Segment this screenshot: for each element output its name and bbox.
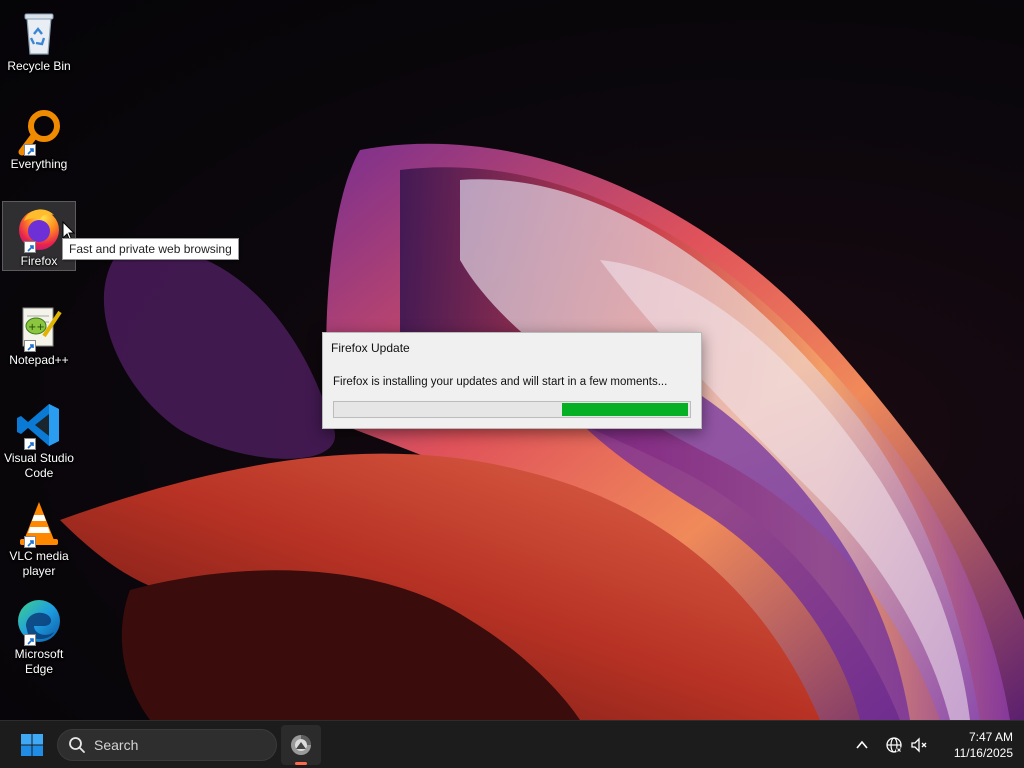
desktop[interactable]: Recycle Bin Everything Firefox ++ Notepa… [0, 0, 1024, 720]
chevron-up-icon [856, 740, 868, 749]
notepad-plus-plus-icon: ++ [14, 302, 64, 352]
network-tray-button[interactable] [882, 733, 906, 757]
desktop-icon-label: VLC media player [9, 549, 69, 578]
desktop-icon-recycle-bin[interactable]: Recycle Bin [2, 4, 76, 77]
progress-fill [561, 403, 689, 416]
vscode-icon [14, 400, 64, 450]
desktop-icon-edge[interactable]: Microsoft Edge [2, 592, 76, 680]
shortcut-arrow-icon [24, 438, 36, 450]
shortcut-arrow-icon [24, 536, 36, 548]
desktop-icon-label: Firefox [20, 254, 58, 268]
taskbar: Search 7:47 AM 11/16/2025 [0, 720, 1024, 768]
desktop-icon-label: Everything [10, 157, 68, 171]
clock-time: 7:47 AM [968, 730, 1013, 744]
search-icon [69, 737, 85, 753]
dialog-message: Firefox is installing your updates and w… [333, 376, 668, 388]
desktop-icon-label: Notepad++ [9, 353, 69, 367]
taskbar-app-firefox-updater[interactable] [281, 725, 321, 765]
shortcut-arrow-icon [24, 144, 36, 156]
shortcut-arrow-icon [24, 241, 36, 253]
windows-start-icon [21, 734, 43, 756]
firefox-icon [14, 203, 64, 253]
shortcut-arrow-icon [24, 634, 36, 646]
tooltip: Fast and private web browsing [62, 238, 239, 260]
desktop-icon-label: Microsoft Edge [14, 647, 64, 676]
vlc-icon [14, 498, 64, 548]
taskbar-clock[interactable]: 7:47 AM 11/16/2025 [935, 729, 1013, 761]
firefox-updater-icon [291, 735, 311, 755]
desktop-icon-vlc[interactable]: VLC media player [2, 494, 76, 582]
edge-icon [14, 596, 64, 646]
show-hidden-icons-button[interactable] [850, 733, 874, 757]
dialog-title: Firefox Update [331, 341, 410, 355]
globe-network-icon [886, 737, 902, 753]
clock-date: 11/16/2025 [953, 746, 1013, 760]
taskbar-search-box[interactable]: Search [57, 729, 277, 761]
desktop-icon-notepad-plus-plus[interactable]: ++ Notepad++ [2, 298, 76, 371]
desktop-icon-label: Visual Studio Code [4, 451, 74, 480]
volume-tray-button[interactable] [907, 733, 931, 757]
desktop-icon-label: Recycle Bin [7, 59, 71, 73]
update-progress-bar [333, 401, 691, 418]
speaker-muted-icon [911, 737, 927, 753]
start-button[interactable] [12, 729, 52, 761]
desktop-icon-vscode[interactable]: Visual Studio Code [2, 396, 76, 484]
desktop-icon-everything[interactable]: Everything [2, 102, 76, 175]
everything-search-icon [14, 106, 64, 156]
shortcut-arrow-icon [24, 340, 36, 352]
search-placeholder: Search [94, 737, 139, 753]
active-app-indicator [295, 762, 307, 765]
recycle-bin-icon [14, 8, 64, 58]
svg-text:++: ++ [28, 322, 45, 333]
firefox-update-dialog[interactable]: Firefox Update Firefox is installing you… [322, 332, 702, 429]
